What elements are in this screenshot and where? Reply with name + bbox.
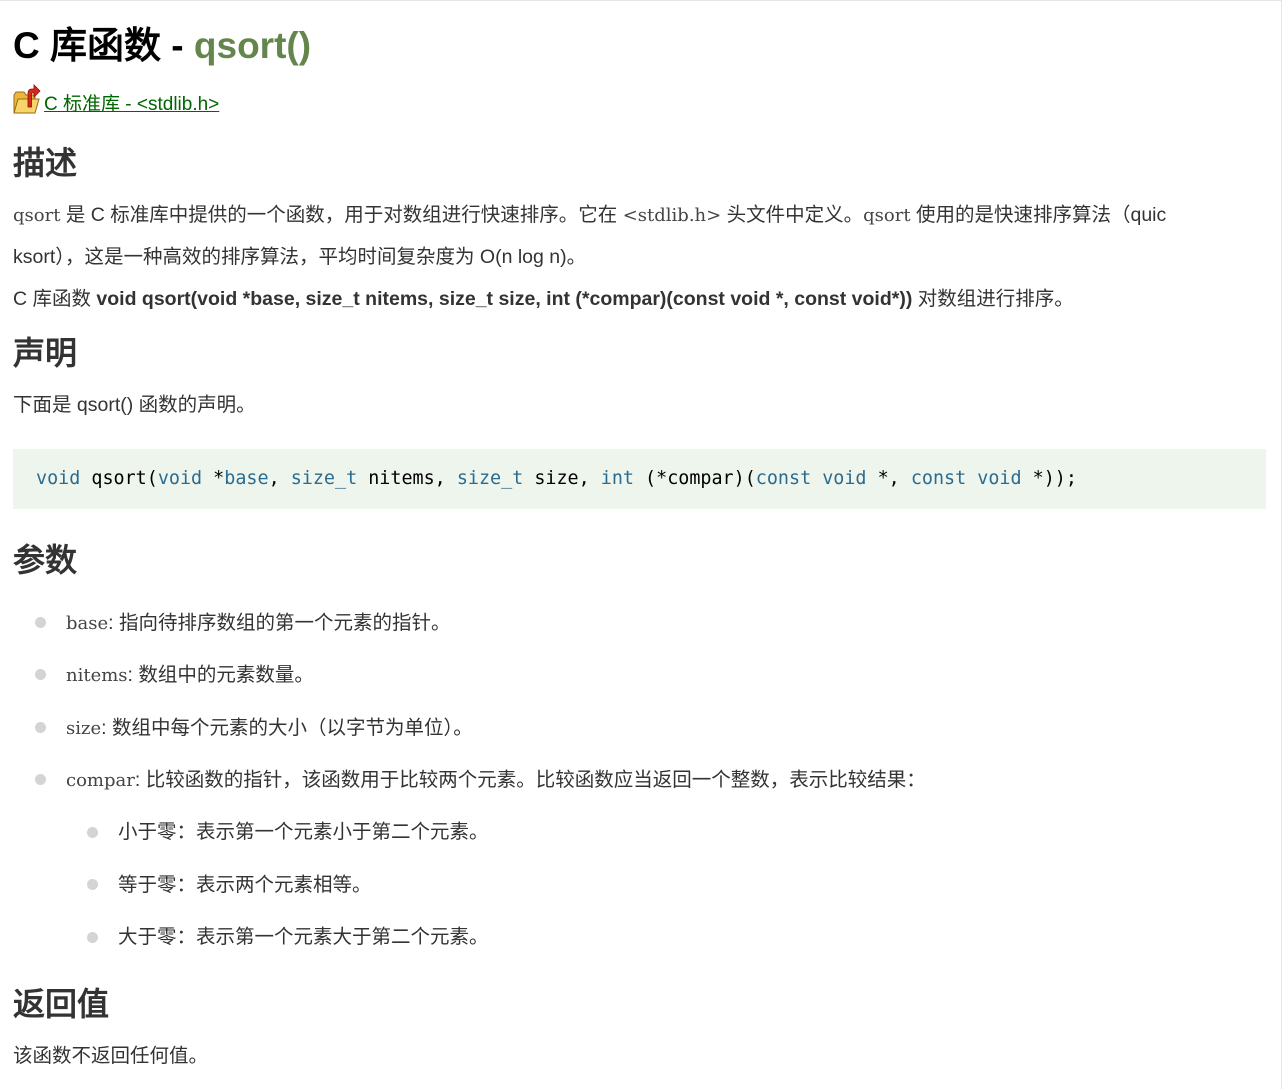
bullet [35, 669, 46, 680]
function-signature: void qsort(void *base, size_t nitems, si… [96, 288, 913, 310]
bullet [35, 722, 46, 733]
description-text: C 库函数 [13, 288, 97, 310]
code-qsort: qsort [863, 205, 911, 226]
description-text: 对数组进行排序。 [912, 288, 1074, 310]
param-name: compar [66, 770, 135, 791]
compar-result-less: 小于零：表示第一个元素小于第二个元素。 [118, 821, 489, 843]
description-text: 是 C 标准库中提供的一个函数，用于对数组进行快速排序。它在 [60, 204, 623, 226]
bullet [87, 932, 98, 943]
code-keyword: int [600, 468, 634, 489]
title-function: qsort() [193, 25, 312, 66]
param-item-base: base: 指向待排序数组的第一个元素的指针。 [66, 608, 451, 639]
return-value-text: 该函数不返回任何值。 [13, 1045, 209, 1067]
description-text: 使用的是快速排序算法（quic [910, 204, 1167, 226]
description-line-1: qsort 是 C 标准库中提供的一个函数，用于对数组进行快速排序。它在 <st… [13, 194, 1166, 237]
code-stdlib-header: <stdlib.h> [622, 205, 722, 226]
bullet [35, 617, 46, 628]
compar-result-greater: 大于零：表示第一个元素大于第二个元素。 [118, 926, 489, 948]
declaration-intro: 下面是 qsort() 函数的声明。 [13, 394, 256, 416]
section-heading-parameters: 参数 [13, 542, 78, 578]
folder-up-icon [13, 84, 41, 114]
description-text: 头文件中定义。 [721, 204, 864, 226]
breadcrumb-link-stdlib[interactable]: C 标准库 - <stdlib.h> [44, 93, 219, 117]
param-name: nitems [66, 665, 128, 686]
code-keyword: base [224, 468, 269, 489]
param-desc: : 数组中的元素数量。 [127, 664, 314, 686]
code-token: qsort( [80, 468, 158, 489]
code-keyword: const void [755, 468, 867, 489]
description-line-2: ksort），这是一种高效的排序算法，平均时间复杂度为 O(n log n)。 [13, 246, 587, 268]
code-keyword: void [157, 468, 203, 489]
code-token: (*compar)( [633, 468, 756, 489]
code-token: , [268, 468, 291, 489]
code-block-declaration: void qsort(void *base, size_t nitems, si… [13, 449, 1266, 509]
param-item-compar: compar: 比较函数的指针，该函数用于比较两个元素。比较函数应当返回一个整数… [66, 765, 926, 796]
title-prefix: C 库函数 - [13, 25, 194, 66]
bullet [35, 774, 46, 785]
bullet [87, 827, 98, 838]
code-keyword: size_t [290, 468, 358, 489]
section-heading-declaration: 声明 [13, 335, 78, 371]
param-item-nitems: nitems: 数组中的元素数量。 [66, 660, 314, 691]
param-desc: : 指向待排序数组的第一个元素的指针。 [108, 612, 451, 634]
page-title: C 库函数 - qsort() [13, 21, 311, 71]
param-name: size [66, 718, 102, 739]
param-name: base [66, 613, 109, 634]
section-heading-description: 描述 [13, 145, 78, 181]
code-qsort: qsort [13, 205, 61, 226]
description-line-3: C 库函数 void qsort(void *base, size_t nite… [13, 278, 1074, 320]
code-token: *)); [1021, 468, 1077, 489]
compar-result-equal: 等于零：表示两个元素相等。 [118, 874, 372, 896]
param-item-size: size: 数组中每个元素的大小（以字节为单位）。 [66, 713, 473, 744]
code-keyword: const void [910, 468, 1022, 489]
code-keyword: size_t [456, 468, 524, 489]
code-token: * [202, 468, 225, 489]
code-keyword: void [36, 468, 81, 489]
bullet [87, 879, 98, 890]
code-token: *, [866, 468, 911, 489]
breadcrumb: C 标准库 - <stdlib.h> [13, 83, 219, 117]
code-token: nitems, [357, 468, 457, 489]
section-heading-return-value: 返回值 [13, 986, 110, 1022]
code-token: size, [523, 468, 601, 489]
page: C 库函数 - qsort() C 标准库 - <stdlib.h> 描述 qs… [0, 0, 1282, 1089]
param-desc: : 比较函数的指针，该函数用于比较两个元素。比较函数应当返回一个整数，表示比较结… [134, 769, 926, 791]
param-desc: : 数组中每个元素的大小（以字节为单位）。 [101, 717, 473, 739]
